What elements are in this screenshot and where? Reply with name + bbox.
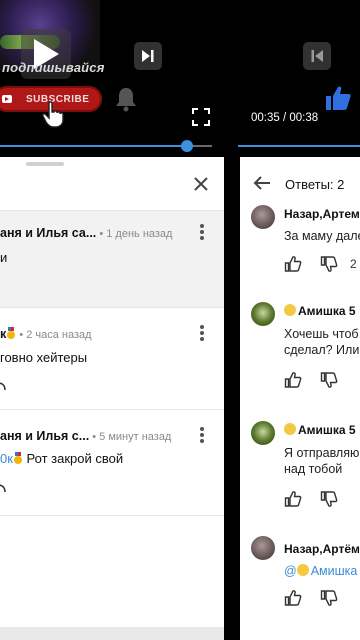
emoji-face-icon	[284, 304, 296, 316]
comment-text: и	[0, 250, 8, 265]
thumb-up-icon[interactable]	[284, 589, 302, 607]
bottom-strip	[0, 627, 224, 640]
comment-divider	[0, 515, 224, 516]
reply-actions	[284, 490, 360, 510]
reply-icon[interactable]	[0, 483, 7, 493]
more-options-icon[interactable]	[199, 324, 205, 342]
reply-actions	[284, 371, 360, 391]
thumb-down-icon[interactable]	[320, 371, 338, 389]
like-thumb-icon[interactable]	[324, 84, 352, 112]
reply-text-line: Хочешь чтоб	[284, 327, 359, 341]
comment-header: к • 2 часа назад	[0, 327, 92, 341]
medal-icon	[13, 452, 23, 464]
comment-divider	[0, 307, 224, 308]
avatar[interactable]	[251, 302, 275, 326]
reply-author: Назар,Артем	[284, 207, 360, 221]
skip-previous-icon	[311, 50, 323, 62]
avatar[interactable]	[251, 421, 275, 445]
avatar[interactable]	[251, 536, 275, 560]
close-icon[interactable]	[191, 174, 211, 194]
reply-author: Назар,Артём	[284, 542, 360, 556]
comment-time: • 5 минут назад	[89, 431, 172, 443]
comment-header: аня и Илья с... • 5 минут назад	[0, 429, 171, 443]
thumb-up-icon[interactable]	[284, 255, 302, 273]
medal-icon	[6, 327, 16, 339]
comment-item[interactable]: к • 2 часа назад говно хейтеры	[0, 313, 224, 409]
comments-sheet: аня и Илья са... • 1 день назад и к • 2 …	[0, 157, 224, 627]
thumb-down-icon[interactable]	[320, 255, 338, 273]
replies-title: Ответы: 2	[285, 177, 345, 192]
right-video-panel: 00:35 / 00:38 Ответы: 2 Назар,Артем За м…	[238, 0, 360, 640]
avatar[interactable]	[251, 205, 275, 229]
reply-item[interactable]: Амишка 5 Я отправляю над тобой	[240, 413, 360, 523]
fullscreen-icon[interactable]	[192, 108, 210, 126]
comment-item[interactable]: аня и Илья са... • 1 день назад и	[0, 211, 224, 307]
skip-previous-button[interactable]	[303, 42, 331, 70]
emoji-face-icon	[284, 423, 296, 435]
left-progress-bar[interactable]	[0, 140, 212, 152]
left-progress-knob[interactable]	[180, 140, 193, 152]
reply-text-line: над тобой	[284, 462, 343, 476]
comment-time: • 2 часа назад	[16, 329, 92, 341]
youtube-icon	[2, 95, 12, 103]
comment-body: Рот закрой свой	[22, 451, 124, 466]
pointer-hand-icon	[42, 101, 64, 128]
reply-mention[interactable]: @ Амишка	[284, 563, 357, 579]
comment-header: аня и Илья са... • 1 день назад	[0, 226, 172, 240]
reply-actions: 2	[284, 255, 360, 275]
thumb-up-icon[interactable]	[284, 371, 302, 389]
comment-divider	[0, 409, 224, 410]
like-count: 2	[350, 257, 357, 271]
comment-time: • 1 день назад	[96, 228, 173, 240]
right-progress-bar[interactable]	[238, 145, 360, 147]
emoji-face-icon	[296, 564, 309, 576]
video-overlay-text: подпишывайся	[2, 60, 105, 75]
reply-actions	[284, 589, 360, 609]
reply-text: За маму дале	[284, 229, 360, 243]
thumb-up-icon[interactable]	[284, 490, 302, 508]
reply-text-line: Я отправляю	[284, 446, 360, 460]
thumb-down-icon[interactable]	[320, 490, 338, 508]
more-options-icon[interactable]	[199, 223, 205, 241]
reply-item[interactable]: Назар,Артём @ Амишка	[240, 529, 360, 629]
comment-text: говно хейтеры	[0, 350, 88, 365]
bell-icon	[116, 88, 136, 112]
reply-item[interactable]: Назар,Артем За маму дале 2	[240, 199, 360, 285]
replies-sheet: Ответы: 2 Назар,Артем За маму дале 2 Ами…	[240, 157, 360, 640]
comment-mention[interactable]: 0к	[0, 451, 13, 466]
sheet-drag-handle[interactable]	[26, 162, 64, 166]
comment-text: 0к Рот закрой свой	[0, 451, 123, 466]
reply-author: Амишка 5	[284, 304, 356, 318]
left-video-player[interactable]: подпишывайся SUBSCRIBE	[0, 0, 228, 157]
comment-author: аня и Илья са...	[0, 226, 97, 240]
reply-text-line: сделал? Или	[284, 343, 360, 357]
comment-item[interactable]: аня и Илья с... • 5 минут назад 0к Рот з…	[0, 415, 224, 515]
video-time-label: 00:35 / 00:38	[251, 112, 319, 124]
reply-item[interactable]: Амишка 5 Хочешь чтоб сделал? Или	[240, 295, 360, 405]
comment-author: аня и Илья с...	[0, 429, 90, 443]
thumb-down-icon[interactable]	[320, 589, 338, 607]
skip-next-button[interactable]	[134, 42, 162, 70]
back-arrow-icon[interactable]	[253, 175, 271, 191]
more-options-icon[interactable]	[199, 426, 205, 444]
left-progress-fill	[0, 145, 187, 147]
reply-author: Амишка 5	[284, 423, 356, 437]
reply-icon[interactable]	[0, 381, 7, 391]
skip-next-icon	[142, 50, 154, 62]
